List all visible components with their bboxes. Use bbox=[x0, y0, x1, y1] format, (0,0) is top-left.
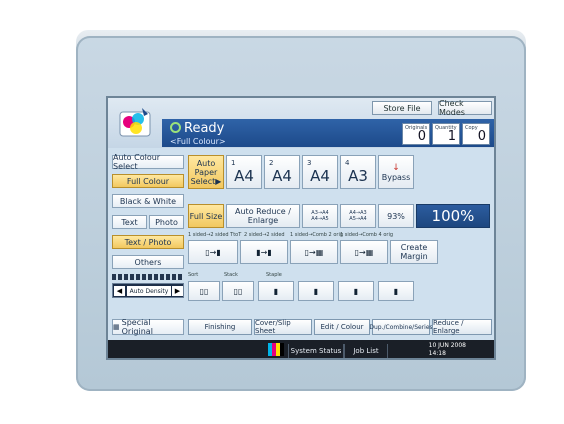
duplex-2-2-button[interactable]: ▮→▮ bbox=[240, 240, 288, 264]
tray-number: 3 bbox=[307, 159, 312, 167]
auto-paper-select-button[interactable]: Auto Paper Select▶ bbox=[188, 155, 224, 189]
auto-colour-select-button[interactable]: Auto Colour Select bbox=[112, 153, 184, 171]
paper-size: A4 bbox=[234, 167, 254, 185]
ready-icon bbox=[170, 122, 181, 133]
status-ready: Ready bbox=[170, 121, 224, 136]
duplex-2-2-icon: ▮→▮ bbox=[256, 247, 272, 257]
sort-button[interactable]: ▯▯ bbox=[188, 281, 220, 301]
tray-number: 4 bbox=[345, 159, 350, 167]
date-text: 10 JUN 2008 bbox=[428, 342, 466, 349]
bypass-icon: ↓ bbox=[392, 162, 400, 173]
bypass-tray-button[interactable]: ↓ Bypass bbox=[378, 155, 414, 189]
ratio-93-button[interactable]: 93% bbox=[378, 204, 414, 228]
duplex-1-2-button[interactable]: ▯→▮ bbox=[188, 240, 238, 264]
full-colour-button[interactable]: Full Colour bbox=[112, 174, 184, 188]
auto-reduce-enlarge-button[interactable]: Auto Reduce / Enlarge bbox=[226, 204, 300, 228]
bypass-label: Bypass bbox=[381, 172, 411, 182]
colour-mode-label: <Full Colour> bbox=[170, 137, 226, 146]
counter-value: 0 bbox=[477, 129, 486, 144]
text-photo-button[interactable]: Text / Photo bbox=[112, 235, 184, 249]
combine-4-icon: ▯→▦ bbox=[354, 247, 374, 257]
staple-icon: ▮ bbox=[313, 286, 319, 296]
auto-density-button[interactable]: Auto Density bbox=[127, 286, 171, 296]
others-button[interactable]: Others bbox=[112, 255, 184, 269]
status-text: Ready bbox=[184, 121, 225, 136]
store-file-button[interactable]: Store File bbox=[372, 101, 432, 115]
special-original-icon: ▦ bbox=[113, 323, 120, 331]
duplex-label: 2 sided→2 sided bbox=[244, 232, 285, 238]
tray-number: 1 bbox=[231, 159, 236, 167]
tab-finishing[interactable]: Finishing bbox=[188, 319, 252, 335]
toner-level-icon bbox=[268, 343, 284, 356]
tab-cover-slip[interactable]: Cover/Slip Sheet bbox=[254, 319, 312, 335]
black-white-button[interactable]: Black & White bbox=[112, 194, 184, 208]
touch-screen: Ready <Full Colour> Store File Check Mod… bbox=[106, 96, 496, 360]
paper-size: A3 bbox=[348, 167, 368, 185]
job-list-button[interactable]: Job List bbox=[344, 344, 388, 358]
paper-tray-4-button[interactable]: 4 A3 bbox=[340, 155, 376, 189]
staple-button-1[interactable]: ▮ bbox=[258, 281, 294, 301]
check-modes-button[interactable]: Check Modes bbox=[438, 99, 492, 117]
combine-4-button[interactable]: ▯→▦ bbox=[340, 240, 388, 264]
density-lighter-button[interactable]: ◀ bbox=[114, 286, 125, 296]
staple-label: Staple bbox=[266, 272, 282, 278]
duplex-label: 1 sided→Comb 4 orig bbox=[340, 232, 394, 238]
copy-counter: Copy 0 bbox=[462, 123, 490, 145]
stack-icon: ▯▯ bbox=[233, 286, 243, 296]
counter-value: 0 bbox=[417, 129, 426, 144]
duplex-1-2-icon: ▯→▮ bbox=[205, 247, 221, 257]
special-original-label: Special Original bbox=[121, 318, 153, 336]
counter-value: 1 bbox=[447, 129, 456, 144]
duplex-label: 1 sided→Comb 2 orig bbox=[290, 232, 344, 238]
staple-button-2[interactable]: ▮ bbox=[298, 281, 334, 301]
counter-label: Copy bbox=[465, 125, 478, 131]
preset-enlarge-button[interactable]: A4→A3 A5→A4 bbox=[340, 204, 376, 228]
sort-icon: ▯▯ bbox=[199, 286, 209, 296]
stack-button[interactable]: ▯▯ bbox=[222, 281, 254, 301]
staple-icon: ▮ bbox=[393, 286, 399, 296]
staple-icon: ▮ bbox=[273, 286, 279, 296]
staple-button-3[interactable]: ▮ bbox=[338, 281, 374, 301]
ratio-display: 100% bbox=[416, 204, 490, 228]
stack-label: Stack bbox=[224, 272, 238, 278]
density-scale bbox=[112, 274, 184, 280]
combine-2-button[interactable]: ▯→▦ bbox=[290, 240, 338, 264]
tab-edit-colour[interactable]: Edit / Colour bbox=[314, 319, 370, 335]
combine-2-icon: ▯→▦ bbox=[304, 247, 324, 257]
time-text: 14:18 bbox=[428, 350, 446, 357]
photo-button[interactable]: Photo bbox=[149, 215, 184, 229]
tab-reduce-enlarge[interactable]: Reduce / Enlarge bbox=[432, 319, 492, 335]
create-margin-button[interactable]: Create Margin bbox=[390, 240, 438, 264]
staple-button-4[interactable]: ▮ bbox=[378, 281, 414, 301]
paper-size: A4 bbox=[310, 167, 330, 185]
preset-reduce-button[interactable]: A3→A4 A4→A5 bbox=[302, 204, 338, 228]
density-darker-button[interactable]: ▶ bbox=[172, 286, 183, 296]
sort-label: Sort bbox=[188, 272, 199, 278]
tray-number: 2 bbox=[269, 159, 274, 167]
full-size-button[interactable]: Full Size bbox=[188, 204, 224, 228]
staple-icon: ▮ bbox=[353, 286, 359, 296]
duplex-label: 1 sided→2 sided TtoT bbox=[188, 232, 242, 238]
system-status-button[interactable]: System Status bbox=[288, 344, 344, 358]
tab-dup-combine-series[interactable]: Dup./Combine/Series bbox=[369, 319, 433, 335]
status-bar: System Status Job List 10 JUN 2008 14:18 bbox=[108, 340, 494, 358]
text-button[interactable]: Text bbox=[112, 215, 147, 229]
density-control: ◀ Auto Density ▶ bbox=[112, 283, 184, 298]
paper-size: A4 bbox=[272, 167, 292, 185]
special-original-button[interactable]: ▦ Special Original bbox=[112, 318, 184, 336]
date-time: 10 JUN 2008 14:18 bbox=[429, 342, 466, 358]
quantity-counter: Quantity 1 bbox=[432, 123, 460, 145]
originals-counter: Originals 0 bbox=[402, 123, 430, 145]
paper-tray-3-button[interactable]: 3 A4 bbox=[302, 155, 338, 189]
paper-tray-1-button[interactable]: 1 A4 bbox=[226, 155, 262, 189]
paper-tray-2-button[interactable]: 2 A4 bbox=[264, 155, 300, 189]
copier-logo-icon bbox=[119, 108, 151, 137]
